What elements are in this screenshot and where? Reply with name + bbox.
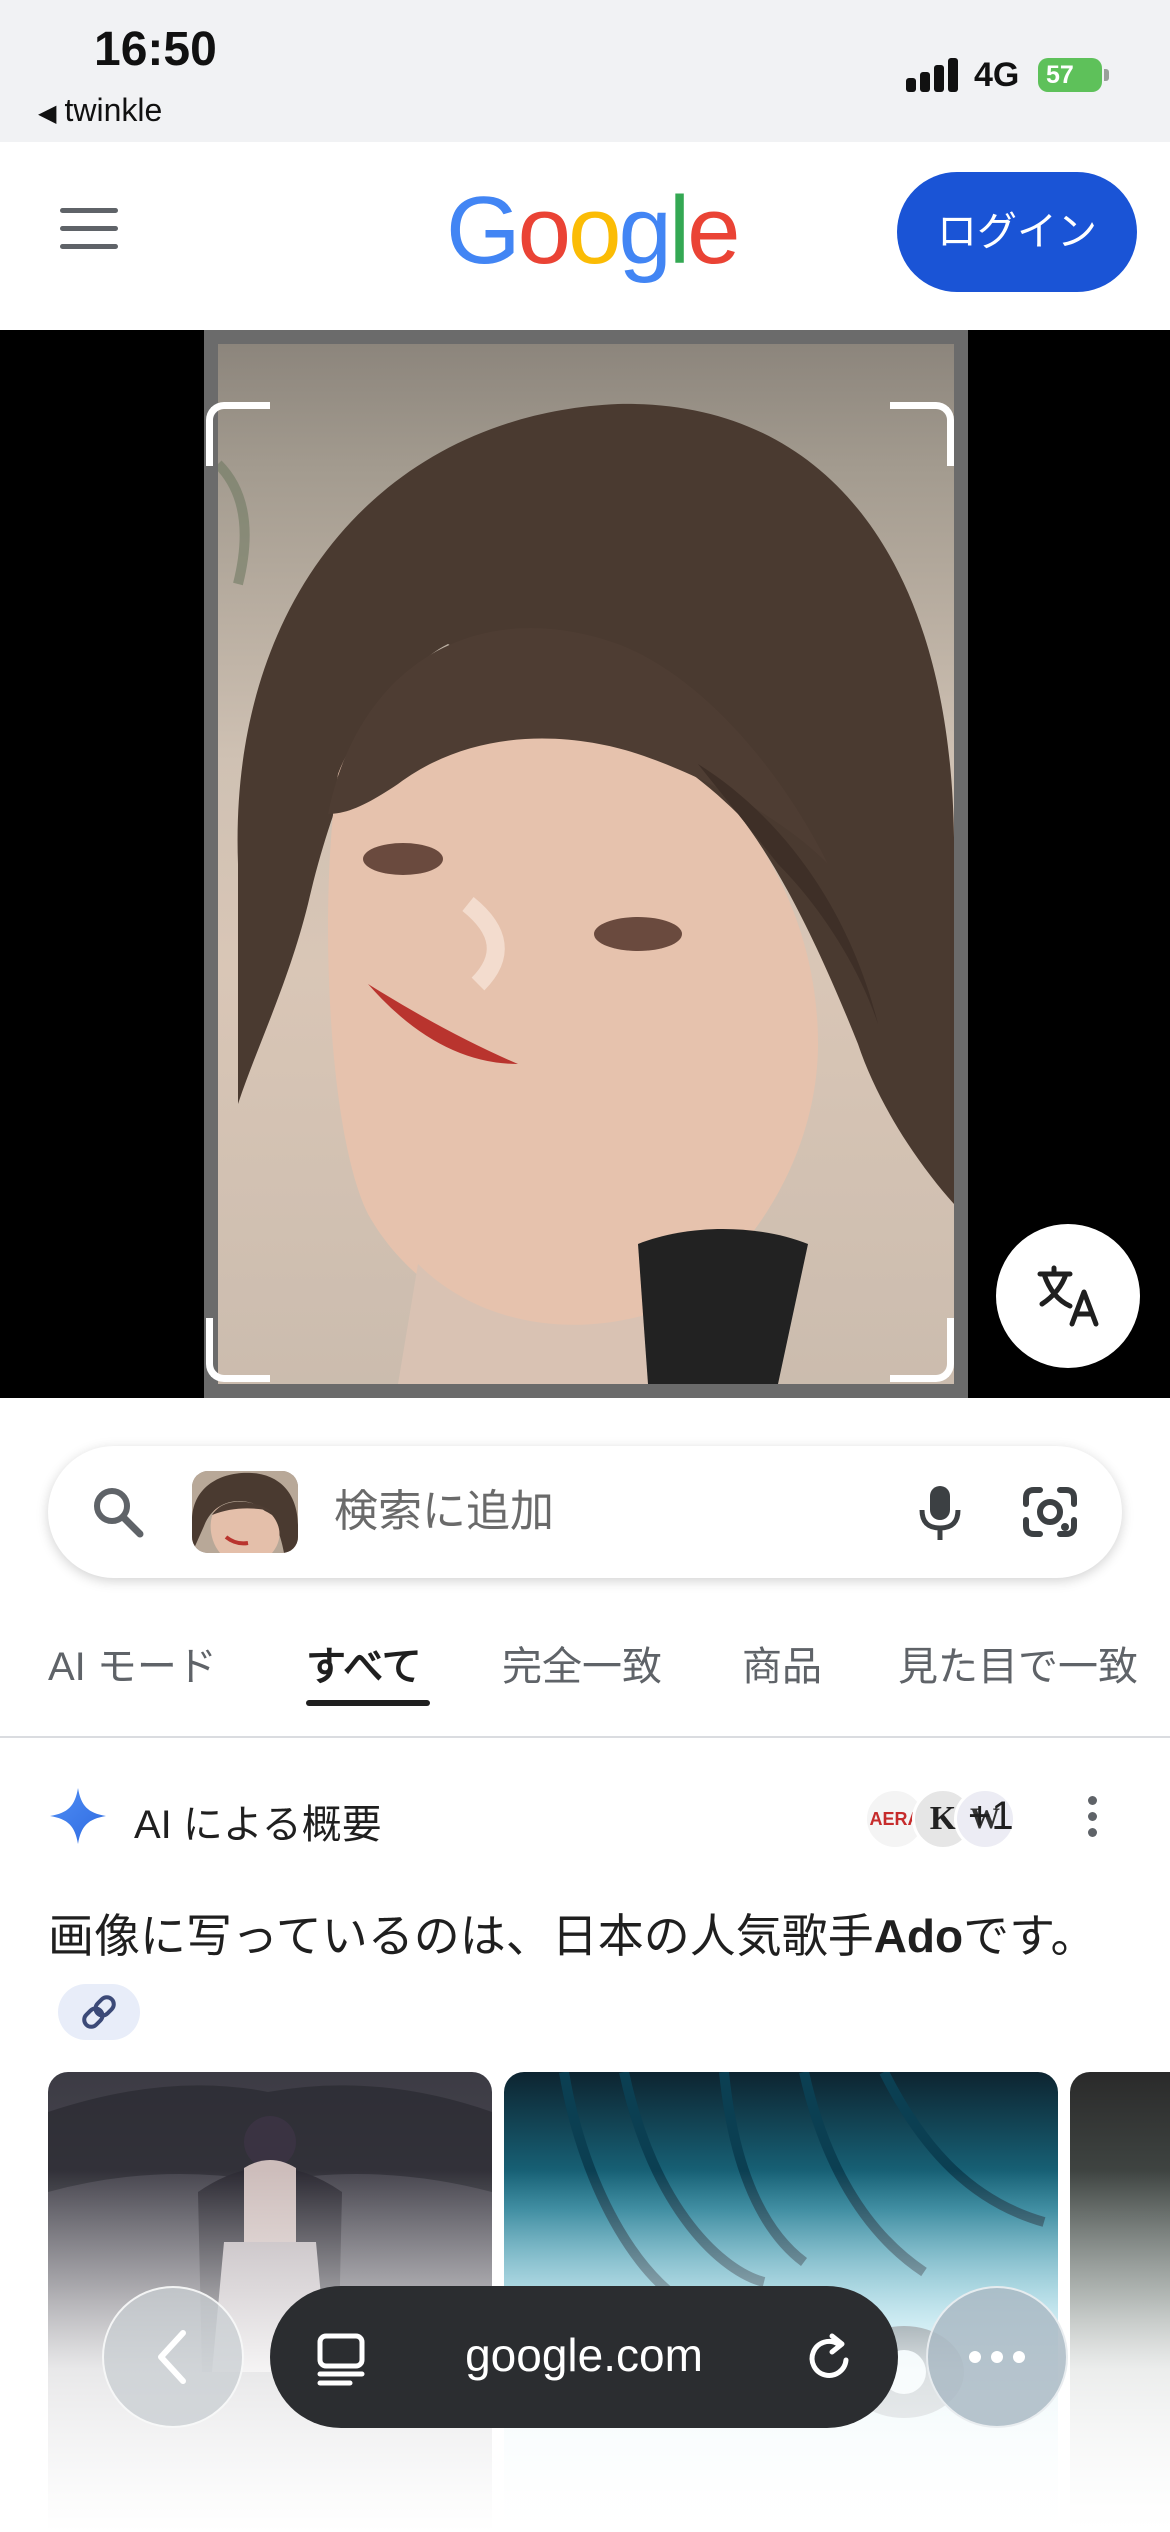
google-header: Google ログイン xyxy=(0,142,1170,330)
back-triangle-icon: ◀ xyxy=(38,100,57,127)
gemini-sparkle-icon xyxy=(50,1788,106,1844)
mic-icon[interactable] xyxy=(908,1480,972,1544)
translate-icon xyxy=(1037,1265,1099,1327)
source-count[interactable]: +1 xyxy=(968,1794,1014,1839)
google-logo-letter: G xyxy=(446,177,521,284)
battery-level: 57 xyxy=(1038,58,1102,92)
ai-text-before: 画像に写っているのは、日本の人気歌手 xyxy=(48,1910,874,1962)
tab-ai-mode[interactable]: AI モード xyxy=(48,1634,217,1692)
chevron-left-icon xyxy=(158,2330,186,2384)
battery-icon: 57 xyxy=(1038,58,1109,92)
status-bar: 16:50 ◀ twinkle 4G 57 xyxy=(0,0,1170,142)
ai-text-entity: Ado xyxy=(873,1910,964,1962)
reload-icon[interactable] xyxy=(802,2330,858,2386)
crop-handle-bottom-right[interactable] xyxy=(890,1318,954,1382)
signal-icon xyxy=(906,58,962,92)
crop-handle-top-right[interactable] xyxy=(890,402,954,466)
crop-handle-bottom-left[interactable] xyxy=(206,1318,270,1382)
status-time: 16:50 xyxy=(94,23,217,76)
ai-text-after: です。 xyxy=(963,1910,1097,1962)
ai-overview-header: AI による概要 AERA K W +1 xyxy=(48,1786,1122,1850)
login-button[interactable]: ログイン xyxy=(897,172,1137,292)
google-logo-letter: o xyxy=(517,177,571,284)
google-logo-letter: l xyxy=(668,177,690,284)
hamburger-menu-icon[interactable] xyxy=(60,208,118,258)
network-type: 4G xyxy=(974,56,1020,94)
more-dot-icon xyxy=(969,2351,981,2363)
ai-overview-text: 画像に写っているのは、日本の人気歌手Adoです。 xyxy=(48,1898,1122,2050)
source-avatars[interactable]: AERA K W xyxy=(816,1786,1016,1850)
translate-button[interactable] xyxy=(996,1224,1140,1368)
source-link-chip[interactable] xyxy=(58,1983,140,2040)
tab-all[interactable]: すべて xyxy=(306,1634,422,1692)
query-photo xyxy=(204,330,968,1398)
tab-visual-matches[interactable]: 見た目で一致 xyxy=(898,1634,1138,1692)
crop-handle-top-left[interactable] xyxy=(206,402,270,466)
more-options-icon[interactable] xyxy=(1088,1796,1100,1840)
more-dot-icon xyxy=(1013,2351,1025,2363)
back-to-app-link[interactable]: ◀ twinkle xyxy=(38,92,162,129)
google-logo-letter: g xyxy=(618,177,671,284)
active-tab-indicator xyxy=(306,1700,430,1706)
search-tabs: AI モード すべて 完全一致 商品 見た目で一致 xyxy=(0,1616,1170,1738)
search-box xyxy=(48,1446,1122,1578)
tab-exact-match[interactable]: 完全一致 xyxy=(502,1634,662,1692)
browser-back-button[interactable] xyxy=(102,2286,244,2428)
search-input[interactable] xyxy=(334,1476,854,1548)
query-image-thumbnail[interactable] xyxy=(192,1471,298,1553)
google-logo[interactable]: Google xyxy=(446,176,741,286)
image-viewer xyxy=(0,330,1170,1398)
google-logo-letter: o xyxy=(568,177,621,284)
lens-icon[interactable] xyxy=(1018,1480,1082,1544)
more-menu-button[interactable] xyxy=(926,2286,1068,2428)
more-dot-icon xyxy=(991,2351,1003,2363)
search-icon[interactable] xyxy=(88,1482,148,1542)
google-logo-letter: e xyxy=(687,177,740,284)
ai-overview-title: AI による概要 xyxy=(134,1803,382,1847)
address-bar[interactable]: google.com xyxy=(270,2286,898,2428)
tab-products[interactable]: 商品 xyxy=(742,1634,822,1692)
back-app-label: twinkle xyxy=(64,92,163,128)
link-icon xyxy=(82,1995,116,2029)
